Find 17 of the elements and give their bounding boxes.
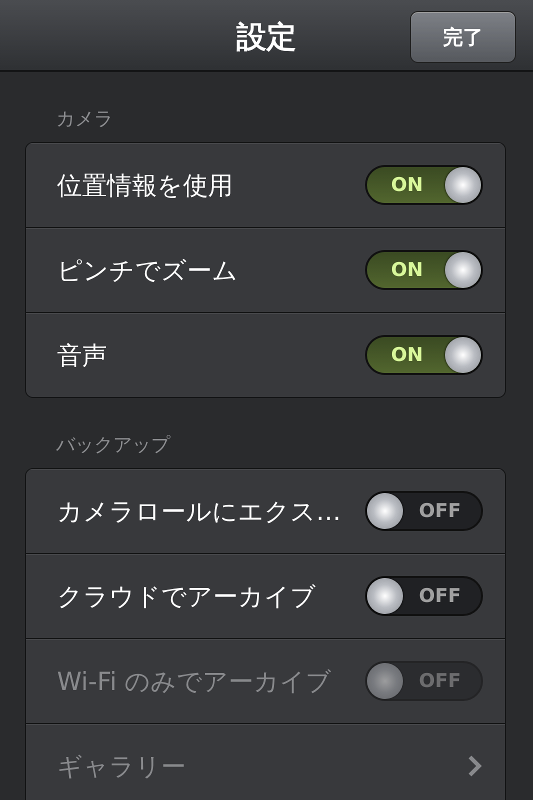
setting-label: 音声: [57, 340, 107, 372]
setting-label: ピンチでズーム: [57, 254, 238, 286]
chevron-icon: [467, 754, 483, 778]
section-header: バックアップ: [55, 433, 172, 458]
setting-label: クラウドでアーカイブ: [57, 580, 316, 612]
setting-label: 位置情報を使用: [57, 170, 233, 202]
toggle-switch[interactable]: ON: [365, 250, 483, 290]
toggle-switch[interactable]: ON: [365, 335, 483, 375]
section-header: カメラ: [55, 107, 114, 132]
toggle-switch[interactable]: OFF: [365, 491, 483, 531]
navigation-title: 設定: [236, 19, 296, 57]
setting-label: ギャラリー: [57, 750, 186, 782]
setting-label: カメラロールにエクス…: [57, 496, 341, 528]
setting-label: Wi-Fi のみでアーカイブ: [57, 666, 332, 698]
toggle-switch[interactable]: OFF: [365, 576, 483, 616]
toggle-switch[interactable]: ON: [365, 165, 483, 205]
done-button[interactable]: 完了: [410, 11, 516, 63]
